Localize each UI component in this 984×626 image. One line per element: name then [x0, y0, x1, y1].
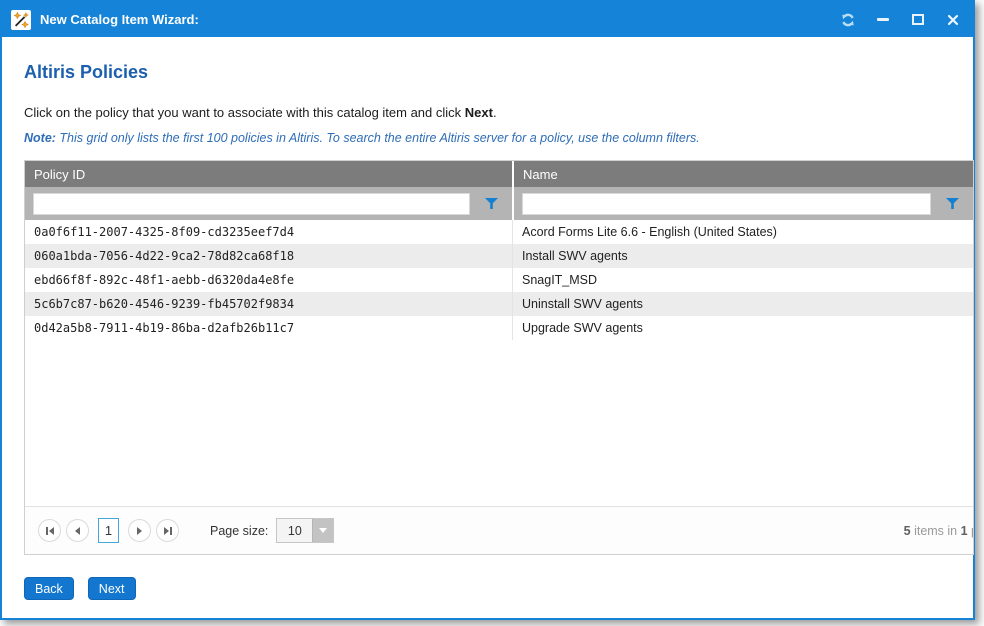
- page-size-dropdown-button[interactable]: [312, 519, 333, 542]
- items-status: 5 items in 1 p: [904, 524, 973, 538]
- policy-id-cell: ebd66f8f-892c-48f1-aebb-d6320da4e8fe: [25, 268, 512, 292]
- last-page-icon: [164, 527, 169, 535]
- first-page-icon: [46, 527, 48, 535]
- page-size-select[interactable]: 10: [276, 518, 334, 543]
- policies-grid: Policy ID Name: [24, 160, 974, 555]
- table-row[interactable]: 0d42a5b8-7911-4b19-86ba-d2afb26b11c7 Upg…: [25, 316, 973, 340]
- note-text: Note: This grid only lists the first 100…: [24, 131, 973, 145]
- prev-page-button[interactable]: [66, 519, 89, 542]
- name-filter-cell: [512, 187, 973, 220]
- first-page-icon: [49, 527, 54, 535]
- first-page-button[interactable]: [38, 519, 61, 542]
- name-cell: SnagIT_MSD: [512, 268, 973, 292]
- pages-suffix: p: [968, 524, 973, 538]
- grid-empty-area: [25, 340, 973, 506]
- items-count: 5: [904, 524, 911, 538]
- wizard-app-icon: [11, 10, 31, 30]
- pager: 1 Page size: 10 5 items in 1 p: [25, 506, 973, 554]
- name-cell: Install SWV agents: [512, 244, 973, 268]
- close-icon: [947, 14, 959, 26]
- back-button[interactable]: Back: [24, 577, 74, 600]
- close-button[interactable]: [945, 12, 961, 28]
- page-size-value: 10: [277, 519, 312, 542]
- policy-id-filter-button[interactable]: [470, 193, 512, 215]
- page-size-label: Page size:: [210, 524, 268, 538]
- filter-row: [25, 187, 973, 220]
- titlebar: New Catalog Item Wizard:: [2, 2, 973, 37]
- next-button[interactable]: Next: [88, 577, 136, 600]
- instruction-text: Click on the policy that you want to ass…: [24, 105, 973, 120]
- maximize-button[interactable]: [910, 12, 926, 28]
- page-title: Altiris Policies: [24, 62, 973, 83]
- column-header-policy-id[interactable]: Policy ID: [25, 161, 512, 187]
- policy-id-cell: 060a1bda-7056-4d22-9ca2-78d82ca68f18: [25, 244, 512, 268]
- grid-header: Policy ID Name: [25, 161, 973, 187]
- prev-page-icon: [75, 527, 80, 535]
- policy-id-cell: 0d42a5b8-7911-4b19-86ba-d2afb26b11c7: [25, 316, 512, 340]
- filter-funnel-icon: [485, 198, 498, 209]
- wizard-window: New Catalog Item Wizard:: [0, 0, 975, 620]
- note-body: This grid only lists the first 100 polic…: [56, 131, 700, 145]
- name-filter-button[interactable]: [931, 193, 973, 215]
- next-page-icon: [137, 527, 142, 535]
- policy-id-cell: 0a0f6f11-2007-4325-8f09-cd3235eef7d4: [25, 220, 512, 244]
- name-cell: Acord Forms Lite 6.6 - English (United S…: [512, 220, 973, 244]
- chevron-down-icon: [319, 528, 327, 533]
- policy-id-filter-cell: [25, 187, 512, 220]
- window-controls: [840, 12, 961, 28]
- policy-id-cell: 5c6b7c87-b620-4546-9239-fb45702f9834: [25, 292, 512, 316]
- next-page-button[interactable]: [128, 519, 151, 542]
- column-header-name[interactable]: Name: [512, 161, 973, 187]
- instruction-suffix: .: [493, 105, 497, 120]
- name-cell: Upgrade SWV agents: [512, 316, 973, 340]
- minimize-icon: [877, 18, 889, 21]
- last-page-icon: [170, 527, 172, 535]
- policy-id-filter-input[interactable]: [33, 193, 470, 215]
- table-row[interactable]: 060a1bda-7056-4d22-9ca2-78d82ca68f18 Ins…: [25, 244, 973, 268]
- pages-count: 1: [961, 524, 968, 538]
- refresh-button[interactable]: [840, 12, 856, 28]
- refresh-icon: [840, 12, 856, 28]
- table-row[interactable]: ebd66f8f-892c-48f1-aebb-d6320da4e8fe Sna…: [25, 268, 973, 292]
- last-page-button[interactable]: [156, 519, 179, 542]
- minimize-button[interactable]: [875, 12, 891, 28]
- window-title: New Catalog Item Wizard:: [40, 12, 199, 27]
- current-page-button[interactable]: 1: [98, 518, 119, 543]
- name-filter-input[interactable]: [522, 193, 931, 215]
- name-cell: Uninstall SWV agents: [512, 292, 973, 316]
- table-row[interactable]: 0a0f6f11-2007-4325-8f09-cd3235eef7d4 Aco…: [25, 220, 973, 244]
- wizard-content: Altiris Policies Click on the policy tha…: [2, 62, 973, 600]
- wizard-footer: Back Next: [24, 577, 973, 600]
- instruction-prefix: Click on the policy that you want to ass…: [24, 105, 465, 120]
- note-label: Note:: [24, 131, 56, 145]
- table-row[interactable]: 5c6b7c87-b620-4546-9239-fb45702f9834 Uni…: [25, 292, 973, 316]
- filter-funnel-icon: [946, 198, 959, 209]
- maximize-icon: [912, 14, 924, 25]
- items-status-text: items in: [911, 524, 961, 538]
- instruction-next-keyword: Next: [465, 105, 493, 120]
